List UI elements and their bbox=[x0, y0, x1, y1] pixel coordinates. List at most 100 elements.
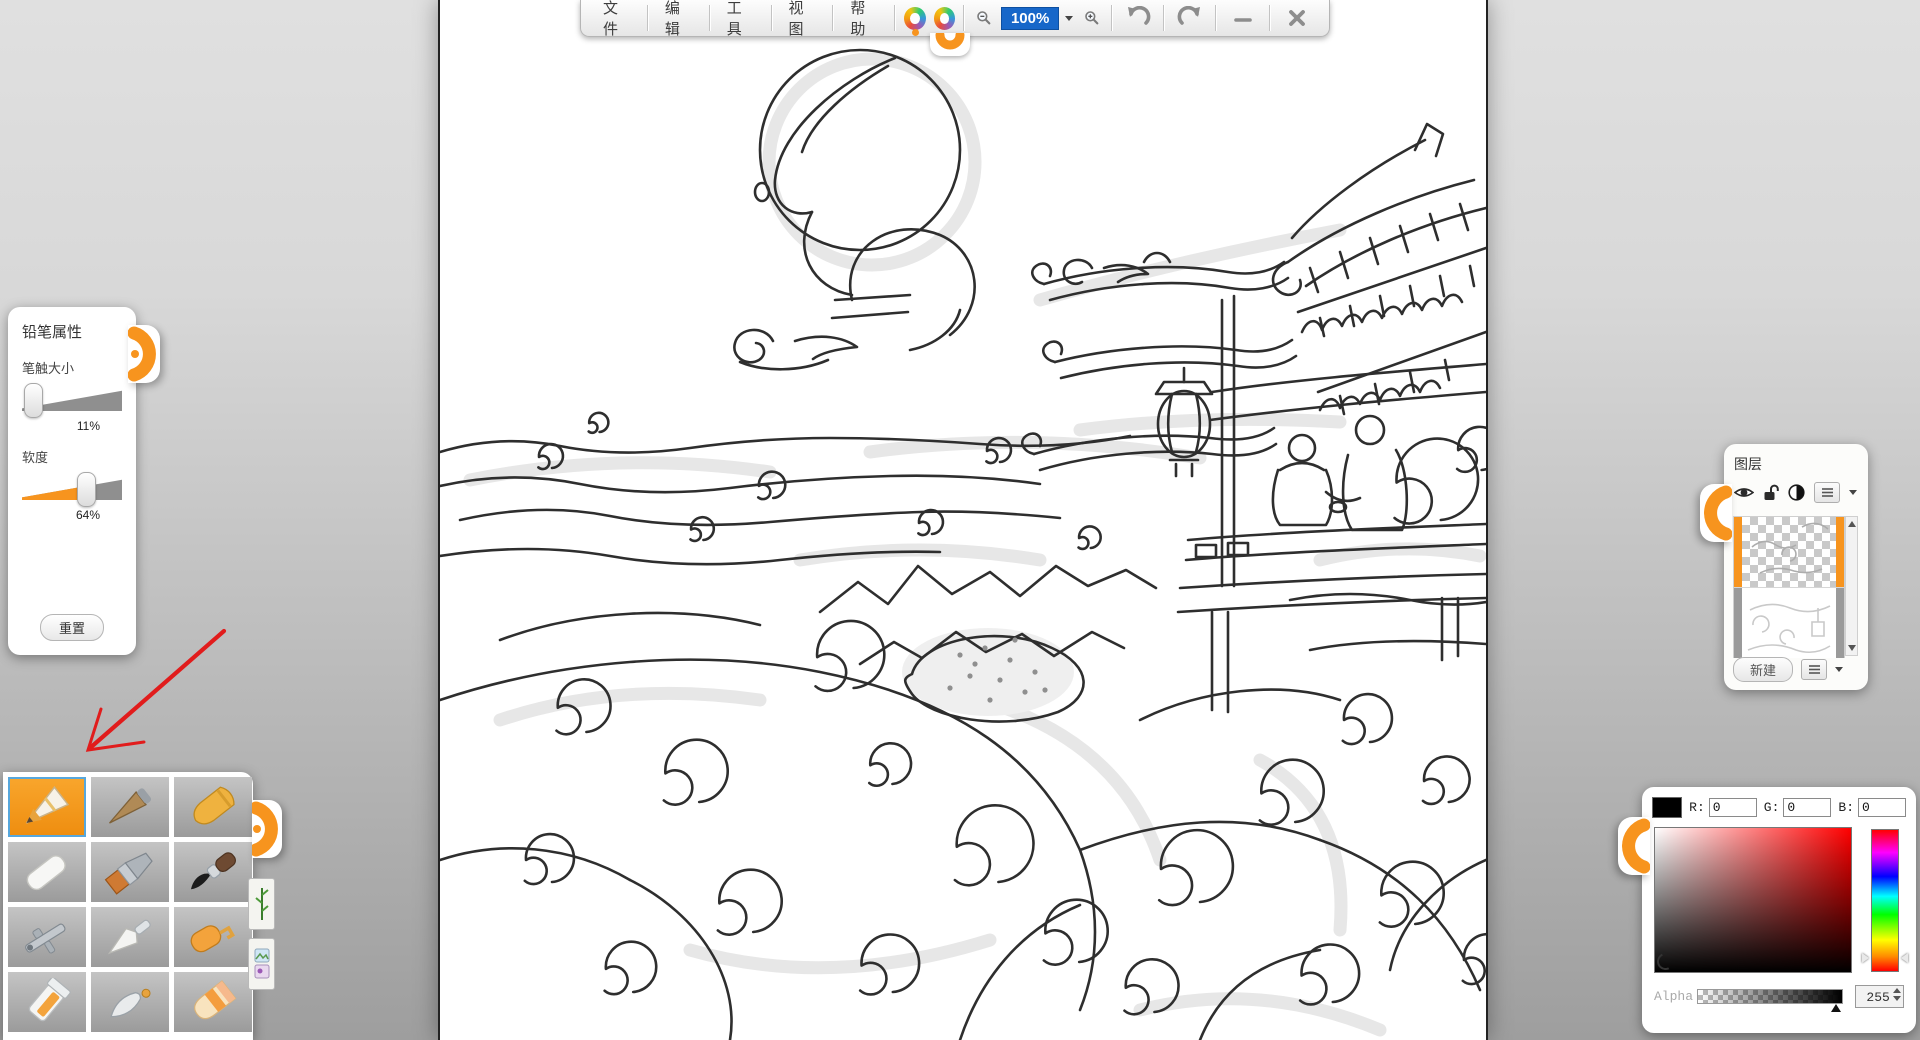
saturation-value-field[interactable] bbox=[1654, 827, 1852, 973]
softness-label: 软度 bbox=[22, 447, 122, 466]
current-color-swatch[interactable] bbox=[1652, 797, 1682, 818]
alpha-slider[interactable] bbox=[1697, 989, 1843, 1004]
zoom-in-button[interactable] bbox=[1077, 4, 1107, 33]
magnifier-minus-icon bbox=[975, 10, 993, 26]
separator bbox=[1269, 5, 1271, 31]
tool-pencil[interactable] bbox=[8, 777, 86, 837]
selected-layer-bar bbox=[1836, 517, 1844, 587]
hamburger-icon bbox=[1808, 664, 1821, 675]
scroll-down-icon[interactable] bbox=[1848, 645, 1856, 651]
separator bbox=[771, 5, 773, 31]
brush-set-bamboo-button[interactable] bbox=[248, 878, 275, 930]
tool-eraser-stick[interactable] bbox=[174, 972, 252, 1032]
palette-knife-icon bbox=[98, 913, 162, 961]
panel-title: 铅笔属性 bbox=[22, 321, 122, 342]
tool-paint-roller[interactable] bbox=[174, 907, 252, 967]
layers-panel: 图层 bbox=[1724, 444, 1868, 690]
minimize-icon bbox=[1233, 8, 1253, 28]
drawing-canvas[interactable] bbox=[438, 0, 1488, 1040]
layer-options-caret[interactable] bbox=[1835, 667, 1843, 672]
ink-brush-icon bbox=[181, 848, 245, 896]
separator bbox=[832, 5, 834, 31]
redo-button[interactable] bbox=[1169, 4, 1211, 33]
zoom-dropdown-caret[interactable] bbox=[1065, 16, 1073, 21]
layer-item-2[interactable] bbox=[1734, 587, 1844, 658]
layer-thumbnail-sketch bbox=[1742, 588, 1836, 658]
app-window: 文件 编辑 工具 视图 帮助 100% bbox=[0, 0, 1920, 1040]
contrast-icon[interactable] bbox=[1788, 484, 1805, 501]
menu-help[interactable]: 帮助 bbox=[838, 4, 890, 33]
slider-handle[interactable] bbox=[77, 472, 96, 507]
separator bbox=[709, 5, 711, 31]
pencil-properties-panel: 铅笔属性 笔触大小 11% 软度 64% 重置 bbox=[8, 307, 136, 655]
tool-paint-tube[interactable] bbox=[8, 972, 86, 1032]
tool-crayon[interactable] bbox=[174, 777, 252, 837]
spin-down-icon[interactable] bbox=[1893, 996, 1901, 1001]
reset-button[interactable]: 重置 bbox=[40, 614, 104, 641]
bamboo-icon bbox=[254, 885, 270, 923]
alpha-value-input[interactable] bbox=[1856, 986, 1892, 1009]
softness-slider[interactable] bbox=[22, 472, 122, 506]
tool-palette-knife[interactable] bbox=[91, 907, 169, 967]
paint-palette-icon-2[interactable] bbox=[934, 7, 955, 30]
magnifier-plus-icon bbox=[1083, 10, 1101, 26]
undo-button[interactable] bbox=[1117, 4, 1159, 33]
menu-tools[interactable]: 工具 bbox=[715, 4, 767, 33]
eye-icon[interactable] bbox=[1734, 485, 1754, 500]
new-layer-button[interactable]: 新建 bbox=[1733, 657, 1793, 682]
alpha-thumb[interactable] bbox=[1831, 1004, 1841, 1012]
layer-bar bbox=[1734, 588, 1742, 658]
brush-set-texture-button[interactable] bbox=[248, 938, 275, 990]
alpha-label: Alpha bbox=[1654, 989, 1697, 1004]
zoom-out-button[interactable] bbox=[969, 4, 999, 33]
layer-options-icon[interactable] bbox=[1801, 659, 1827, 680]
flat-brush-icon bbox=[98, 848, 162, 896]
menu-file[interactable]: 文件 bbox=[591, 4, 643, 33]
paint-palette-icon-1[interactable] bbox=[904, 7, 925, 30]
main-toolbar: 文件 编辑 工具 视图 帮助 100% bbox=[580, 0, 1330, 37]
layer-scrollbar[interactable] bbox=[1845, 516, 1858, 656]
layer-list bbox=[1733, 516, 1845, 658]
hue-strip[interactable] bbox=[1871, 829, 1899, 972]
toolbar-grip-handle[interactable] bbox=[930, 33, 970, 56]
wood-pencil-icon bbox=[98, 783, 162, 831]
layer-menu-icon[interactable] bbox=[1814, 482, 1840, 503]
minimize-button[interactable] bbox=[1221, 4, 1265, 33]
brush-size-slider[interactable] bbox=[22, 383, 122, 417]
pencil-icon bbox=[15, 783, 79, 831]
layer-item-1[interactable] bbox=[1734, 517, 1844, 587]
menu-view[interactable]: 视图 bbox=[777, 4, 829, 33]
separator bbox=[1111, 5, 1113, 31]
tool-fine-blade[interactable] bbox=[91, 972, 169, 1032]
alpha-spinner bbox=[1855, 985, 1904, 1008]
hue-marker-left bbox=[1862, 953, 1869, 963]
red-input[interactable] bbox=[1709, 798, 1757, 817]
palette-grip-handle[interactable] bbox=[252, 800, 282, 858]
separator bbox=[1215, 5, 1217, 31]
tool-flat-brush[interactable] bbox=[91, 842, 169, 902]
panel-title: 图层 bbox=[1734, 454, 1858, 474]
green-input[interactable] bbox=[1783, 798, 1831, 817]
slider-handle[interactable] bbox=[24, 383, 43, 418]
brush-size-value: 11% bbox=[22, 419, 122, 433]
unlock-icon[interactable] bbox=[1763, 484, 1779, 501]
softness-value: 64% bbox=[22, 508, 122, 522]
chalk-icon bbox=[15, 848, 79, 896]
menu-edit[interactable]: 编辑 bbox=[653, 4, 705, 33]
layer-menu-caret[interactable] bbox=[1849, 490, 1857, 495]
tool-ink-brush[interactable] bbox=[174, 842, 252, 902]
tool-chalk[interactable] bbox=[8, 842, 86, 902]
redo-arrow-icon bbox=[1177, 6, 1203, 30]
tool-airbrush[interactable] bbox=[8, 907, 86, 967]
airbrush-icon bbox=[15, 913, 79, 961]
spin-up-icon[interactable] bbox=[1893, 988, 1901, 993]
scroll-up-icon[interactable] bbox=[1848, 521, 1856, 527]
close-button[interactable] bbox=[1275, 4, 1319, 33]
grip-icon bbox=[930, 33, 970, 56]
eraser-stick-icon bbox=[181, 978, 245, 1026]
blue-label: B: bbox=[1838, 800, 1854, 815]
undo-arrow-icon bbox=[1125, 6, 1151, 30]
zoom-level-value[interactable]: 100% bbox=[1001, 7, 1059, 30]
blue-input[interactable] bbox=[1858, 798, 1906, 817]
tool-wood-pencil[interactable] bbox=[91, 777, 169, 837]
